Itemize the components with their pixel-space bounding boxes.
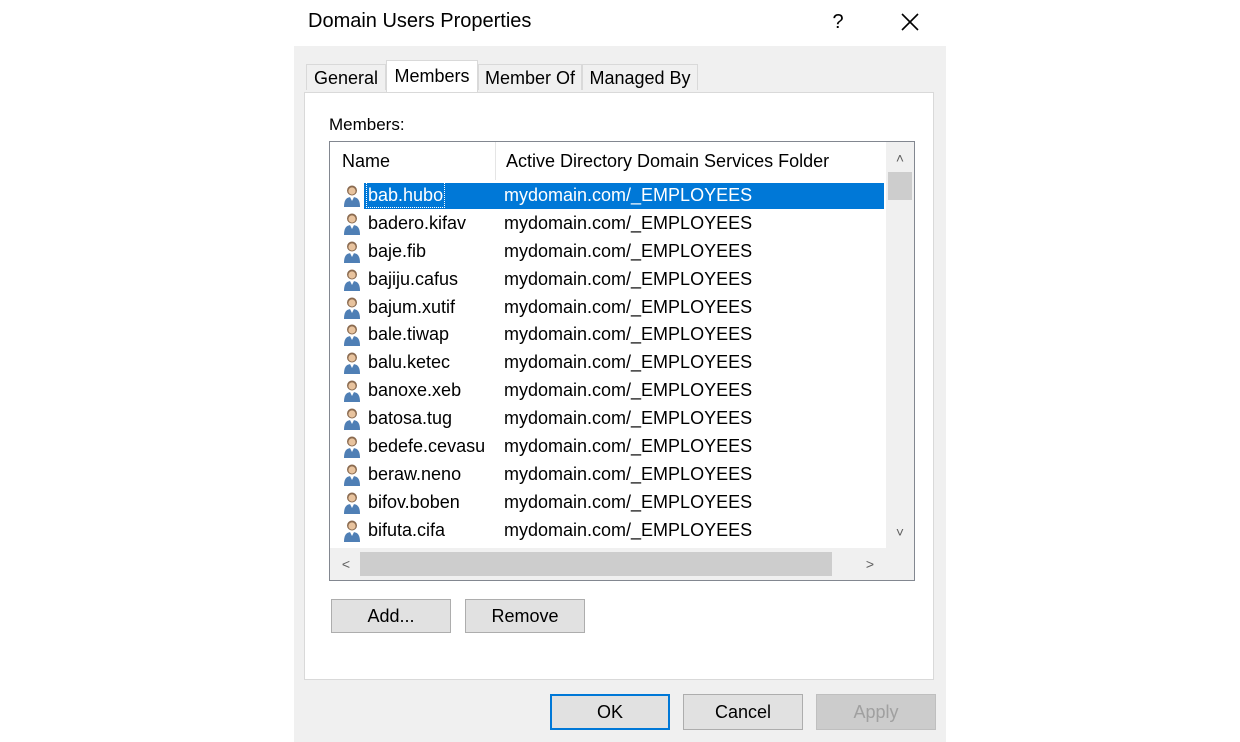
member-row[interactable]: badero.kifav mydomain.com/_EMPLOYEES: [330, 210, 886, 238]
scroll-down-icon[interactable]: ˅: [886, 518, 914, 546]
member-folder: mydomain.com/_EMPLOYEES: [504, 185, 753, 205]
member-folder: mydomain.com/_EMPLOYEES: [504, 352, 753, 373]
user-icon: [342, 296, 362, 320]
member-folder: mydomain.com/_EMPLOYEES: [504, 519, 753, 540]
user-icon: [342, 351, 362, 375]
cancel-button[interactable]: Cancel: [683, 694, 803, 730]
member-row[interactable]: bajum.xutif mydomain.com/_EMPLOYEES: [330, 294, 886, 322]
member-folder: mydomain.com/_EMPLOYEES: [504, 491, 753, 512]
member-folder: mydomain.com/_EMPLOYEES: [504, 268, 753, 289]
remove-button[interactable]: Remove: [465, 599, 585, 633]
member-folder: mydomain.com/_EMPLOYEES: [504, 408, 753, 429]
user-icon: [342, 519, 362, 543]
member-row[interactable]: bifuta.cifa mydomain.com/_EMPLOYEES: [330, 517, 886, 545]
vertical-scrollbar[interactable]: ˄ ˅: [886, 142, 914, 548]
member-row[interactable]: bab.hubo mydomain.com/_EMPLOYEES: [330, 182, 886, 210]
add-button[interactable]: Add...: [331, 599, 451, 633]
member-name: bifuta.cifa: [368, 519, 446, 540]
member-folder: mydomain.com/_EMPLOYEES: [504, 463, 753, 484]
user-icon: [342, 240, 362, 264]
tab-managed-by[interactable]: Managed By: [582, 64, 698, 90]
horizontal-scroll-thumb[interactable]: [360, 552, 832, 576]
member-name: bajum.xutif: [368, 296, 456, 317]
column-header-name[interactable]: Name: [330, 142, 496, 180]
member-name: bale.tiwap: [368, 324, 450, 345]
scroll-right-icon[interactable]: ˃: [856, 548, 884, 580]
member-name: baje.fib: [368, 240, 427, 261]
scroll-left-icon[interactable]: ˂: [332, 548, 360, 580]
member-row[interactable]: bedefe.cevasu mydomain.com/_EMPLOYEES: [330, 433, 886, 461]
member-name: badero.kifav: [368, 212, 467, 233]
member-row[interactable]: bajiju.cafus mydomain.com/_EMPLOYEES: [330, 266, 886, 294]
close-icon: [901, 13, 919, 31]
member-name: banoxe.xeb: [368, 380, 462, 401]
member-folder: mydomain.com/_EMPLOYEES: [504, 436, 753, 457]
user-icon: [342, 491, 362, 515]
member-row[interactable]: batosa.tug mydomain.com/_EMPLOYEES: [330, 405, 886, 433]
user-icon: [342, 435, 362, 459]
members-tab-panel: Members: Name Active Directory Domain Se…: [304, 92, 934, 680]
member-row[interactable]: bale.tiwap mydomain.com/_EMPLOYEES: [330, 321, 886, 349]
members-listview[interactable]: Name Active Directory Domain Services Fo…: [329, 141, 915, 581]
user-icon: [342, 268, 362, 292]
member-name: bedefe.cevasu: [368, 436, 486, 457]
scroll-up-icon[interactable]: ˄: [886, 144, 914, 172]
member-row[interactable]: beraw.neno mydomain.com/_EMPLOYEES: [330, 461, 886, 489]
member-row[interactable]: banoxe.xeb mydomain.com/_EMPLOYEES: [330, 377, 886, 405]
close-button[interactable]: [894, 6, 926, 38]
member-folder: mydomain.com/_EMPLOYEES: [504, 296, 753, 317]
user-icon: [342, 212, 362, 236]
member-name: bifov.boben: [368, 491, 460, 512]
user-icon: [342, 379, 362, 403]
ok-button[interactable]: OK: [550, 694, 670, 730]
member-folder: mydomain.com/_EMPLOYEES: [504, 380, 753, 401]
member-folder: mydomain.com/_EMPLOYEES: [504, 240, 753, 261]
member-row[interactable]: bifov.boben mydomain.com/_EMPLOYEES: [330, 489, 886, 517]
user-icon: [342, 323, 362, 347]
properties-dialog: Domain Users Properties ? General Member…: [294, 0, 946, 742]
column-header-folder[interactable]: Active Directory Domain Services Folder: [496, 142, 876, 180]
user-icon: [342, 184, 362, 208]
members-label: Members:: [329, 115, 405, 134]
apply-button[interactable]: Apply: [816, 694, 936, 730]
tab-members[interactable]: Members: [386, 60, 478, 92]
member-row[interactable]: balu.ketec mydomain.com/_EMPLOYEES: [330, 349, 886, 377]
tab-member-of[interactable]: Member Of: [478, 64, 582, 90]
member-row[interactable]: baje.fib mydomain.com/_EMPLOYEES: [330, 238, 886, 266]
member-name: batosa.tug: [368, 408, 453, 429]
member-name: balu.ketec: [368, 352, 451, 373]
vertical-scroll-thumb[interactable]: [888, 172, 912, 200]
title-bar: Domain Users Properties ?: [294, 0, 946, 46]
user-icon: [342, 407, 362, 431]
member-folder: mydomain.com/_EMPLOYEES: [504, 324, 753, 345]
member-name: bajiju.cafus: [368, 268, 459, 289]
horizontal-scrollbar[interactable]: ˂ ˃: [330, 548, 914, 580]
member-name: beraw.neno: [368, 463, 462, 484]
dialog-title: Domain Users Properties: [308, 10, 532, 32]
tab-general[interactable]: General: [306, 64, 386, 90]
user-icon: [342, 463, 362, 487]
members-rows: bab.hubo mydomain.com/_EMPLOYEES badero.ki…: [330, 182, 886, 548]
help-button[interactable]: ?: [824, 8, 852, 36]
member-folder: mydomain.com/_EMPLOYEES: [504, 212, 753, 233]
member-name: bab.hubo: [366, 182, 446, 208]
